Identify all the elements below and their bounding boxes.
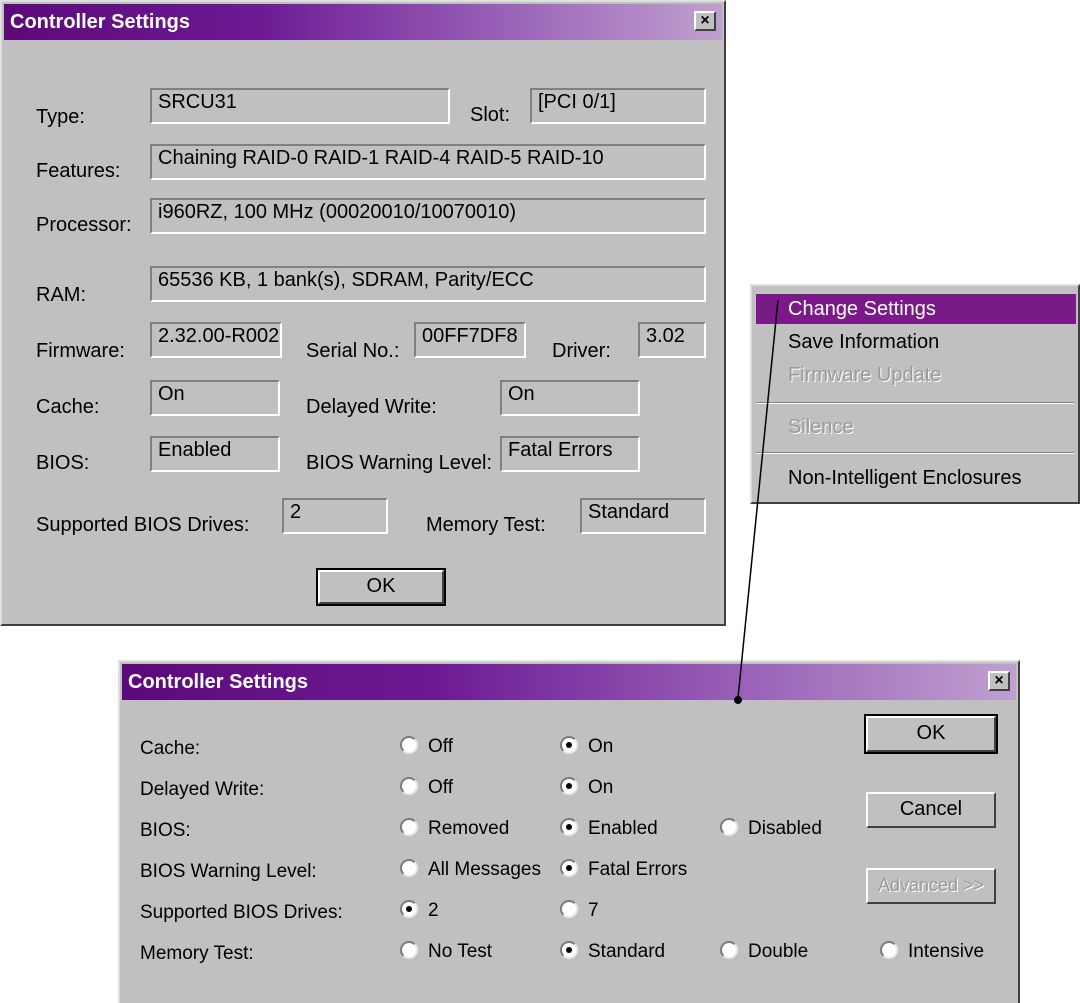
menu-separator (756, 452, 1074, 454)
supported-bios-label: Supported BIOS Drives: (36, 514, 250, 536)
menu-item-silence[interactable]: Silence (756, 412, 1076, 442)
type-field: SRCU31 (150, 88, 450, 124)
dialog-title: Controller Settings (128, 671, 309, 693)
radio-icon (720, 941, 738, 959)
cache-label: Cache: (140, 738, 201, 759)
radio-memory-double[interactable]: Double (720, 941, 808, 963)
close-icon[interactable]: × (694, 11, 716, 31)
ok-button[interactable]: OK (864, 714, 998, 754)
cancel-button[interactable]: Cancel (866, 792, 996, 828)
controller-settings-info-dialog: Controller Settings × Type: SRCU31 Slot:… (0, 0, 726, 626)
radio-icon (400, 859, 418, 877)
controller-settings-edit-dialog: Controller Settings × Cache: Delayed Wri… (118, 660, 1020, 1003)
radio-checked-icon (400, 900, 418, 918)
firmware-field: 2.32.00-R002 (150, 322, 282, 358)
menu-item-non-intelligent-enclosures[interactable]: Non-Intelligent Enclosures (756, 463, 1076, 493)
radio-icon (400, 777, 418, 795)
serial-label: Serial No.: (306, 340, 400, 362)
radio-bios-enabled[interactable]: Enabled (560, 818, 658, 840)
title-bar: Controller Settings × (122, 664, 1016, 700)
menu-separator (756, 402, 1074, 404)
delayed-write-field: On (500, 380, 640, 416)
radio-checked-icon (560, 818, 578, 836)
radio-checked-icon (560, 941, 578, 959)
memory-test-label: Memory Test: (426, 514, 546, 536)
advanced-button[interactable]: Advanced >> (866, 868, 996, 904)
radio-bios-drives-2[interactable]: 2 (400, 900, 439, 922)
radio-memory-standard[interactable]: Standard (560, 941, 665, 963)
bios-field: Enabled (150, 436, 280, 472)
radio-icon (400, 818, 418, 836)
delayed-write-label: Delayed Write: (140, 779, 265, 800)
serial-field: 00FF7DF8 (414, 322, 526, 358)
radio-bios-removed[interactable]: Removed (400, 818, 509, 840)
bios-warning-label: BIOS Warning Level: (140, 861, 317, 882)
radio-delayed-write-off[interactable]: Off (400, 777, 453, 799)
menu-item-firmware-update[interactable]: Firmware Update (756, 360, 1076, 390)
radio-checked-icon (560, 736, 578, 754)
memory-test-field: Standard (580, 498, 706, 534)
type-label: Type: (36, 106, 85, 128)
bios-label: BIOS: (140, 820, 191, 841)
ram-label: RAM: (36, 284, 86, 306)
driver-field: 3.02 (638, 322, 706, 358)
radio-icon (720, 818, 738, 836)
driver-label: Driver: (552, 340, 611, 362)
dialog-title: Controller Settings (10, 11, 191, 33)
processor-label: Processor: (36, 214, 132, 236)
radio-checked-icon (560, 859, 578, 877)
radio-icon (400, 941, 418, 959)
radio-warning-all-messages[interactable]: All Messages (400, 859, 541, 881)
slot-field: [PCI 0/1] (530, 88, 706, 124)
features-label: Features: (36, 160, 121, 182)
context-menu: Change Settings Save Information Firmwar… (750, 284, 1080, 504)
supported-bios-label: Supported BIOS Drives: (140, 902, 343, 923)
bios-warning-field: Fatal Errors (500, 436, 640, 472)
bios-warning-label: BIOS Warning Level: (306, 452, 493, 474)
firmware-label: Firmware: (36, 340, 125, 362)
radio-checked-icon (560, 777, 578, 795)
radio-warning-fatal-errors[interactable]: Fatal Errors (560, 859, 687, 881)
radio-bios-disabled[interactable]: Disabled (720, 818, 822, 840)
features-field: Chaining RAID-0 RAID-1 RAID-4 RAID-5 RAI… (150, 144, 706, 180)
processor-field: i960RZ, 100 MHz (00020010/10070010) (150, 198, 706, 234)
menu-item-save-information[interactable]: Save Information (756, 327, 1076, 357)
title-bar: Controller Settings × (4, 4, 722, 40)
radio-cache-on[interactable]: On (560, 736, 613, 758)
radio-memory-no-test[interactable]: No Test (400, 941, 492, 963)
delayed-write-label: Delayed Write: (306, 396, 437, 418)
cache-field: On (150, 380, 280, 416)
radio-cache-off[interactable]: Off (400, 736, 453, 758)
close-icon[interactable]: × (988, 671, 1010, 691)
slot-label: Slot: (470, 104, 511, 126)
ok-button[interactable]: OK (316, 568, 446, 606)
bios-label: BIOS: (36, 452, 90, 474)
radio-delayed-write-on[interactable]: On (560, 777, 613, 799)
radio-icon (400, 736, 418, 754)
radio-icon (560, 900, 578, 918)
radio-memory-intensive[interactable]: Intensive (880, 941, 984, 963)
cache-label: Cache: (36, 396, 100, 418)
menu-item-change-settings[interactable]: Change Settings (756, 294, 1076, 324)
ram-field: 65536 KB, 1 bank(s), SDRAM, Parity/ECC (150, 266, 706, 302)
supported-bios-field: 2 (282, 498, 388, 534)
radio-bios-drives-7[interactable]: 7 (560, 900, 599, 922)
memory-test-label: Memory Test: (140, 943, 254, 964)
radio-icon (880, 941, 898, 959)
